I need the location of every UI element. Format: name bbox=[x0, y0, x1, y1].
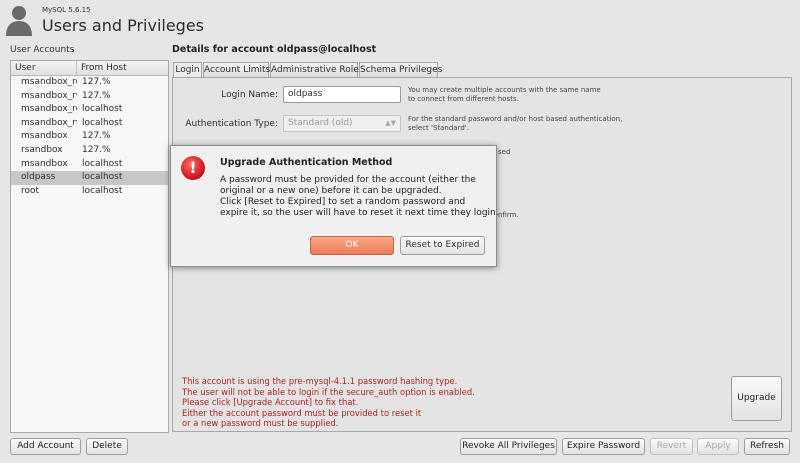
revert-button[interactable]: Revert bbox=[650, 438, 693, 455]
page-title: Users and Privileges bbox=[42, 16, 205, 35]
row-host: localhost bbox=[82, 185, 123, 196]
row-user: msandbox_rw bbox=[21, 90, 77, 101]
row-user: msandbox_rw bbox=[21, 117, 77, 128]
row-user: msandbox bbox=[21, 158, 68, 169]
column-header-host[interactable]: From Host bbox=[77, 61, 168, 75]
partial-confirm-text: nfirm. bbox=[498, 211, 519, 219]
accounts-rows: msandbox_ro 127.% msandbox_rw 127.% msandbox… bbox=[11, 76, 168, 198]
revoke-all-privileges-button[interactable]: Revoke All Privileges bbox=[460, 438, 557, 455]
table-row[interactable]: msandbox_ro 127.% bbox=[11, 76, 168, 90]
refresh-button[interactable]: Refresh bbox=[744, 438, 790, 455]
chevron-up-down-icon: ▲▼ bbox=[385, 119, 396, 127]
row-host: 127.% bbox=[82, 144, 111, 155]
table-row[interactable]: msandbox localhost bbox=[11, 158, 168, 172]
details-title: Details for account oldpass@localhost bbox=[172, 44, 377, 55]
user-accounts-list[interactable]: User From Host msandbox_ro 127.% msandbox_… bbox=[10, 60, 169, 433]
user-avatar-icon bbox=[6, 6, 32, 36]
add-account-button[interactable]: Add Account bbox=[10, 438, 81, 455]
table-row[interactable]: msandbox_ro localhost bbox=[11, 103, 168, 117]
table-row[interactable]: oldpass localhost bbox=[11, 171, 168, 185]
table-row[interactable]: root localhost bbox=[11, 185, 168, 199]
delete-button[interactable]: Delete bbox=[86, 438, 128, 455]
auth-type-label: Authentication Type: bbox=[185, 119, 278, 129]
auth-type-value: Standard (old) bbox=[288, 118, 353, 128]
row-host: 127.% bbox=[82, 90, 111, 101]
table-row[interactable]: rsandbox 127.% bbox=[11, 144, 168, 158]
auth-type-help: For the standard password and/or host ba… bbox=[408, 115, 623, 132]
dialog-message: A password must be provided for the acco… bbox=[220, 175, 499, 218]
apply-button[interactable]: Apply bbox=[697, 438, 739, 455]
auth-type-select[interactable]: Standard (old) ▲▼ bbox=[283, 115, 401, 132]
accounts-list-header: User From Host bbox=[11, 61, 168, 76]
row-user: msandbox_ro bbox=[21, 77, 77, 87]
column-header-user[interactable]: User bbox=[11, 61, 77, 75]
row-user: msandbox bbox=[21, 131, 68, 142]
expire-password-button[interactable]: Expire Password bbox=[562, 438, 645, 455]
upgrade-button[interactable]: Upgrade bbox=[731, 376, 782, 421]
tab-login[interactable]: Login bbox=[173, 62, 202, 78]
tab-administrative-roles[interactable]: Administrative Roles bbox=[270, 62, 363, 77]
login-name-input[interactable]: oldpass bbox=[283, 86, 401, 103]
dialog-title: Upgrade Authentication Method bbox=[220, 157, 393, 168]
row-host: localhost bbox=[82, 117, 123, 128]
row-host: 127.% bbox=[82, 77, 111, 87]
login-name-label: Login Name: bbox=[221, 90, 278, 100]
partial-help-text: sed bbox=[498, 148, 511, 156]
ok-button[interactable]: OK bbox=[310, 236, 394, 255]
table-row[interactable]: msandbox 127.% bbox=[11, 130, 168, 144]
row-user: oldpass bbox=[21, 172, 56, 183]
user-accounts-label: User Accounts bbox=[10, 45, 75, 55]
tab-schema-privileges[interactable]: Schema Privileges bbox=[359, 62, 442, 77]
row-user: rsandbox bbox=[21, 144, 63, 155]
reset-to-expired-button[interactable]: Reset to Expired bbox=[400, 236, 485, 255]
row-user: root bbox=[21, 185, 40, 196]
hash-warning-text: This account is using the pre-mysql-4.1.… bbox=[182, 376, 475, 428]
row-host: localhost bbox=[82, 158, 123, 169]
login-name-help: You may create multiple accounts with th… bbox=[408, 86, 601, 103]
row-host: localhost bbox=[82, 104, 123, 115]
table-row[interactable]: msandbox_rw localhost bbox=[11, 117, 168, 131]
row-host: localhost bbox=[82, 172, 123, 183]
error-icon: ! bbox=[181, 156, 205, 180]
row-user: msandbox_ro bbox=[21, 104, 77, 115]
tab-account-limits[interactable]: Account Limits bbox=[203, 62, 270, 77]
app-version: MySQL 5.6.15 bbox=[42, 6, 91, 14]
row-host: 127.% bbox=[82, 131, 111, 142]
table-row[interactable]: msandbox_rw 127.% bbox=[11, 90, 168, 104]
